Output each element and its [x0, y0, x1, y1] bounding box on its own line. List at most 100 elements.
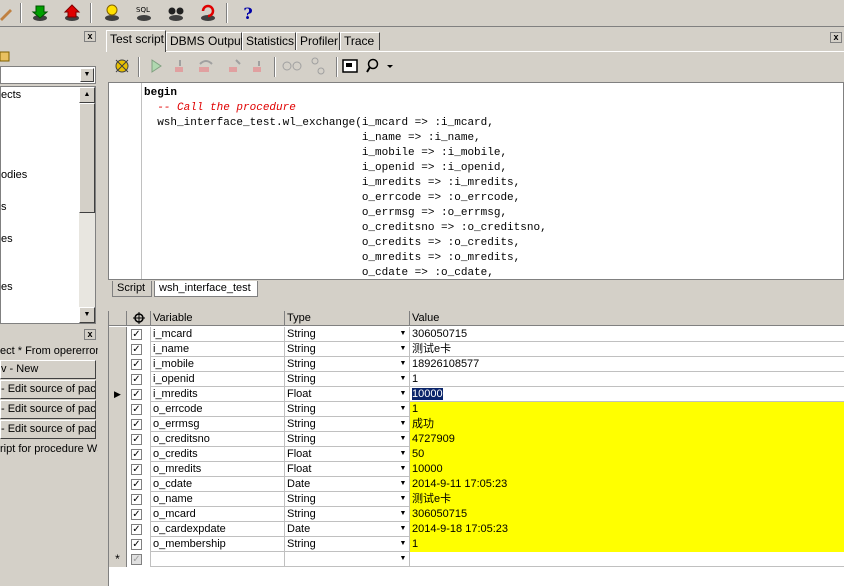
type-select[interactable]: String ▼	[285, 507, 410, 522]
value-cell[interactable]: 1	[410, 372, 844, 387]
table-row[interactable]: ✓ o_name String ▼ 测试e卡	[109, 492, 844, 507]
folder-icon[interactable]	[0, 50, 10, 62]
row-checkbox[interactable]: ✓	[131, 554, 142, 565]
step-out-icon[interactable]	[222, 55, 246, 77]
close-icon[interactable]: x	[830, 32, 842, 43]
row-checkbox-cell[interactable]: ✓	[127, 552, 151, 567]
window-list-item[interactable]: - Edit source of pack	[0, 380, 96, 399]
tree-item[interactable]: es	[1, 233, 13, 245]
chevron-down-icon[interactable]: ▼	[398, 449, 408, 459]
code-content[interactable]: begin -- Call the procedure wsh_interfac…	[144, 86, 547, 279]
code-line[interactable]: o_mredits => :o_mredits,	[144, 251, 547, 266]
variable-cell[interactable]: i_openid	[151, 372, 285, 387]
value-cell[interactable]	[410, 552, 844, 567]
subtab-script[interactable]: Script	[112, 281, 153, 297]
row-checkbox-cell[interactable]: ✓	[127, 342, 151, 357]
variable-cell[interactable]: o_cdate	[151, 477, 285, 492]
row-checkbox-cell[interactable]: ✓	[127, 477, 151, 492]
variable-cell[interactable]: o_name	[151, 492, 285, 507]
pen-icon[interactable]	[0, 2, 18, 24]
window-list-item[interactable]: - Edit source of pack	[0, 400, 96, 419]
type-select[interactable]: Float ▼	[285, 462, 410, 477]
row-checkbox-cell[interactable]: ✓	[127, 432, 151, 447]
variable-cell[interactable]: o_credits	[151, 447, 285, 462]
variable-cell[interactable]: i_name	[151, 342, 285, 357]
variable-cell[interactable]: i_mcard	[151, 327, 285, 342]
row-checkbox-cell[interactable]: ✓	[127, 402, 151, 417]
table-row[interactable]: ✓ o_errcode String ▼ 1	[109, 402, 844, 417]
row-checkbox[interactable]: ✓	[131, 464, 142, 475]
tab-statistics[interactable]: Statistics	[242, 32, 296, 50]
row-checkbox-cell[interactable]: ✓	[127, 387, 151, 402]
table-row[interactable]: ✓ o_cardexpdate Date ▼ 2014-9-18 17:05:23	[109, 522, 844, 537]
chevron-down-icon[interactable]: ▼	[398, 329, 408, 339]
row-checkbox[interactable]: ✓	[131, 524, 142, 535]
type-select[interactable]: Float ▼	[285, 387, 410, 402]
variable-header[interactable]: Variable	[151, 311, 285, 326]
debug-icon[interactable]	[110, 55, 134, 77]
chevron-down-icon[interactable]: ▼	[398, 434, 408, 444]
table-row[interactable]: ✓ o_errmsg String ▼ 成功	[109, 417, 844, 432]
code-line[interactable]: -- Call the procedure	[144, 101, 547, 116]
watch-icon[interactable]	[306, 55, 330, 77]
subtab-wsh-interface-test[interactable]: wsh_interface_test	[154, 281, 258, 297]
table-row[interactable]: ✓ i_mcard String ▼ 306050715	[109, 327, 844, 342]
chevron-down-icon[interactable]: ▼	[80, 68, 94, 82]
variables-grid[interactable]: Variable Type Value ✓ i_mcard String ▼ 30605…	[108, 311, 844, 586]
variable-cell[interactable]: o_membership	[151, 537, 285, 552]
row-checkbox-cell[interactable]: ✓	[127, 507, 151, 522]
type-select[interactable]: String ▼	[285, 357, 410, 372]
table-row[interactable]: ✓ o_mredits Float ▼ 10000	[109, 462, 844, 477]
tree-item[interactable]: ects	[1, 89, 21, 101]
value-cell[interactable]: 10000	[410, 462, 844, 477]
row-checkbox[interactable]: ✓	[131, 479, 142, 490]
code-line[interactable]: begin	[144, 86, 547, 101]
tree-item[interactable]: s	[1, 201, 7, 213]
row-checkbox[interactable]: ✓	[131, 344, 142, 355]
code-line[interactable]: o_errcode => :o_errcode,	[144, 191, 547, 206]
table-row[interactable]: ✓ o_creditsno String ▼ 4727909	[109, 432, 844, 447]
chevron-down-icon[interactable]: ▼	[398, 509, 408, 519]
row-checkbox-cell[interactable]: ✓	[127, 372, 151, 387]
value-header[interactable]: Value	[410, 311, 844, 326]
type-select[interactable]: String ▼	[285, 417, 410, 432]
variable-cell[interactable]: i_mobile	[151, 357, 285, 372]
step-over-icon[interactable]	[194, 55, 218, 77]
row-checkbox[interactable]: ✓	[131, 374, 142, 385]
chevron-down-icon[interactable]: ▼	[398, 419, 408, 429]
variable-cell[interactable]: o_errcode	[151, 402, 285, 417]
row-checkbox[interactable]: ✓	[131, 359, 142, 370]
row-checkbox-cell[interactable]: ✓	[127, 327, 151, 342]
search-icon[interactable]	[364, 55, 398, 77]
row-checkbox-cell[interactable]: ✓	[127, 492, 151, 507]
row-checkbox-cell[interactable]: ✓	[127, 537, 151, 552]
window-list-item[interactable]: ript for procedure WS	[0, 440, 98, 458]
code-line[interactable]: o_credits => :o_credits,	[144, 236, 547, 251]
close-icon[interactable]: x	[84, 329, 96, 340]
type-select[interactable]: Float ▼	[285, 447, 410, 462]
value-cell[interactable]: 成功	[410, 417, 844, 432]
object-tree[interactable]: ects odies s es es ▲ ▼	[0, 86, 96, 324]
row-checkbox[interactable]: ✓	[131, 494, 142, 505]
row-checkbox-cell[interactable]: ✓	[127, 447, 151, 462]
chevron-down-icon[interactable]: ▼	[398, 524, 408, 534]
type-select[interactable]: String ▼	[285, 327, 410, 342]
tree-item[interactable]: odies	[1, 169, 27, 181]
run-icon[interactable]	[144, 55, 168, 77]
tree-item[interactable]: es	[1, 281, 13, 293]
variable-cell[interactable]: i_mredits	[151, 387, 285, 402]
window-list-item[interactable]: ect * From opererrors	[0, 342, 98, 360]
type-select[interactable]: String ▼	[285, 402, 410, 417]
row-checkbox[interactable]: ✓	[131, 449, 142, 460]
chevron-down-icon[interactable]: ▼	[398, 344, 408, 354]
row-checkbox[interactable]: ✓	[131, 329, 142, 340]
chevron-down-icon[interactable]: ▼	[398, 464, 408, 474]
code-line[interactable]: i_openid => :i_openid,	[144, 161, 547, 176]
code-line[interactable]: i_mredits => :i_mredits,	[144, 176, 547, 191]
variable-cell[interactable]: o_mcard	[151, 507, 285, 522]
variable-cell[interactable]: o_errmsg	[151, 417, 285, 432]
type-select[interactable]: String ▼	[285, 492, 410, 507]
row-checkbox[interactable]: ✓	[131, 404, 142, 415]
scroll-up-icon[interactable]: ▲	[79, 87, 95, 103]
type-select[interactable]: String ▼	[285, 432, 410, 447]
